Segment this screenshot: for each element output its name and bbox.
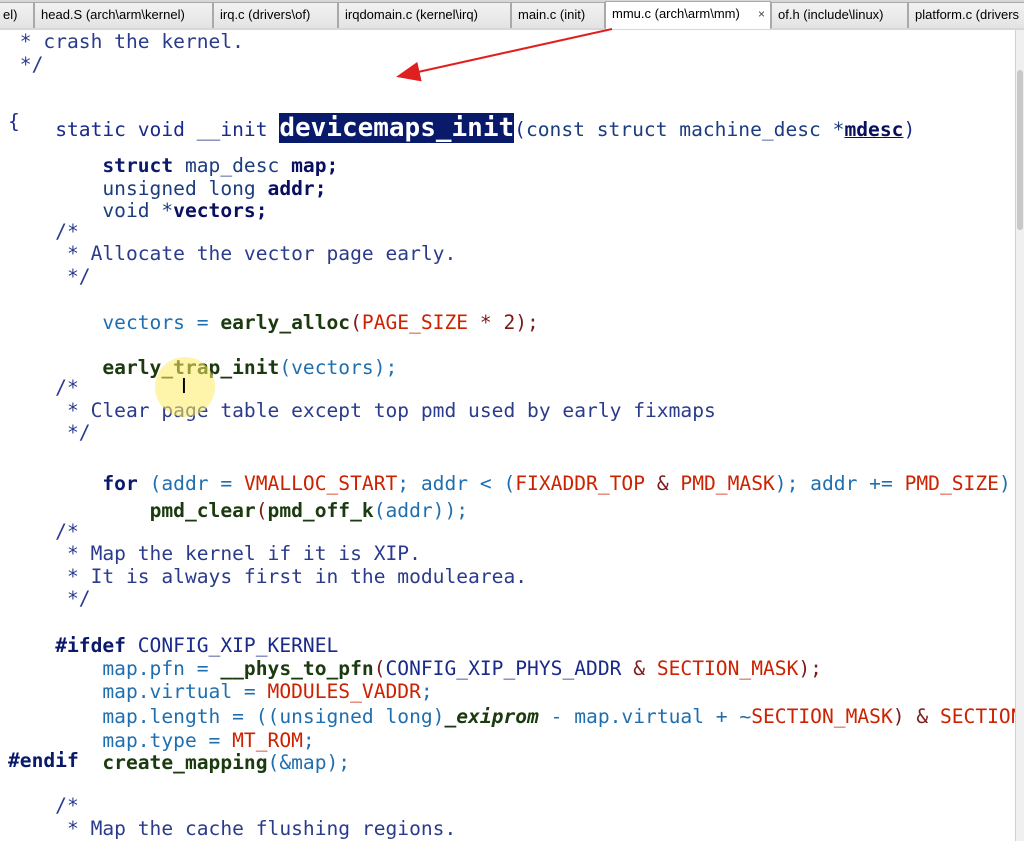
token-fixaddr-top: FIXADDR_TOP (515, 472, 646, 495)
close-tab-icon[interactable]: × (758, 2, 765, 26)
scrollbar-thumb[interactable] (1017, 70, 1023, 230)
code-line-18: */ (8, 421, 91, 444)
token-paren: ( (350, 311, 362, 334)
token-vectors: vectors; (173, 199, 268, 222)
token-close: ); (798, 657, 822, 680)
token-map-arg: (&map); (267, 751, 351, 774)
tab-main-c[interactable]: main.c (init) (511, 2, 605, 28)
token-section-mask: SECTION_MASK (751, 705, 893, 728)
token-addr-inc: ); addr += (774, 472, 905, 495)
token-paren: ( (514, 118, 526, 141)
token-addr: addr; (267, 177, 327, 200)
tab-mmu-c-label: mmu.c (arch\arm\mm) (612, 6, 740, 21)
code-line-34: /* (8, 794, 79, 817)
token-mdesc[interactable]: mdesc (844, 118, 903, 141)
code-line-17: * Clear page table except top pmd used b… (8, 399, 716, 422)
code-line-create-mapping: create_mapping(&map); (8, 727, 350, 774)
tab-of-h[interactable]: of.h (include\linux) (771, 2, 908, 28)
tab-irqdomain-c[interactable]: irqdomain.c (kernel\irq) (338, 2, 511, 28)
code-line-1: * crash the kernel. (8, 30, 244, 53)
code-line-35: * Map the cache flushing regions. (8, 817, 457, 840)
code-line-addr: unsigned long addr; (8, 153, 326, 200)
token-create-mapping: create_mapping (102, 751, 268, 774)
code-line-22: /* (8, 520, 79, 543)
code-line-11: */ (8, 265, 91, 288)
token-times-two: * 2); (468, 311, 539, 334)
token-page-size: PAGE_SIZE (361, 311, 469, 334)
vertical-scrollbar[interactable] (1015, 30, 1024, 841)
token-close-paren: ) (903, 118, 916, 141)
code-line-23: * Map the kernel if it is XIP. (8, 542, 421, 565)
code-line-25: */ (8, 587, 91, 610)
code-line-2: */ (8, 53, 44, 76)
code-line-map-type: map.type = MT_ROM; (8, 705, 314, 752)
tab-head-s[interactable]: head.S (arch\arm\kernel) (34, 2, 213, 28)
code-line-early-alloc: vectors = early_alloc(PAGE_SIZE * 2); (8, 287, 539, 334)
token-minus-virtual: - map.virtual + ~ (538, 705, 752, 728)
token-pmd-clear: pmd_clear (149, 499, 256, 522)
tab-irq-c[interactable]: irq.c (drivers\of) (213, 2, 338, 28)
token-void-ptr: void * (55, 199, 174, 222)
code-line-function-signature: static void __init devicemaps_init(const… (8, 80, 915, 143)
token-section-mask: SECTION_MASK (656, 657, 799, 680)
token-pmd-mask: PMD_MASK (680, 472, 775, 495)
token-and: ) & (892, 705, 940, 728)
token-close-paren: ) (998, 472, 1011, 495)
token-vectors-arg: (vectors); (279, 356, 398, 379)
code-line-map-pfn: map.pfn = __phys_to_pfn(CONFIG_XIP_PHYS_… (8, 633, 822, 680)
tab-platform-c[interactable]: platform.c (drivers (908, 2, 1024, 28)
code-line-endif: #endif (8, 749, 79, 772)
token-and: & (621, 657, 657, 680)
text-cursor-icon: I (181, 374, 187, 398)
token-vectors-assign: vectors = (55, 311, 221, 334)
token-paren: ( (255, 499, 268, 522)
code-line-map-virtual: map.virtual = MODULES_VADDR; (8, 656, 432, 703)
code-line-16: /* (8, 376, 79, 399)
code-line-struct-map: struct map_desc map; (8, 130, 338, 177)
code-line-10: * Allocate the vector page early. (8, 242, 457, 265)
code-line-24: * It is always first in the modulearea. (8, 565, 528, 588)
tab-el[interactable]: el) (0, 2, 34, 28)
token-pmd-off-k: pmd_off_k (267, 499, 374, 522)
code-line-9: /* (8, 220, 79, 243)
token-addr-arg: (addr)); (373, 499, 469, 522)
token-section-mas: SECTION_MAS (939, 705, 1016, 728)
token-pmd-size: PMD_SIZE (904, 472, 999, 495)
token-exiprom: _exiprom (444, 705, 539, 728)
code-line-early-trap-init: early_trap_init(vectors); (8, 332, 397, 379)
tab-mmu-c[interactable]: mmu.c (arch\arm\mm) × (605, 1, 771, 29)
editor-tab-bar: el) head.S (arch\arm\kernel) irq.c (driv… (0, 0, 1024, 31)
code-line-for-loop: for (addr = VMALLOC_START; addr < (FIXAD… (8, 448, 1010, 495)
token-const-struct: const struct machine_desc * (525, 118, 845, 141)
token-and: & (645, 472, 681, 495)
code-editor[interactable]: * crash the kernel. */ static void __ini… (0, 30, 1016, 841)
code-line-pmd-clear: pmd_clear(pmd_off_k(addr)); (8, 475, 469, 522)
code-line-ifdef: #ifdef CONFIG_XIP_KERNEL (8, 610, 338, 657)
code-line-vectors-decl: void *vectors; (8, 175, 267, 222)
code-line-map-length: map.length = ((unsigned long)_exiprom - … (8, 681, 1016, 728)
token-early-alloc: early_alloc (220, 311, 351, 334)
